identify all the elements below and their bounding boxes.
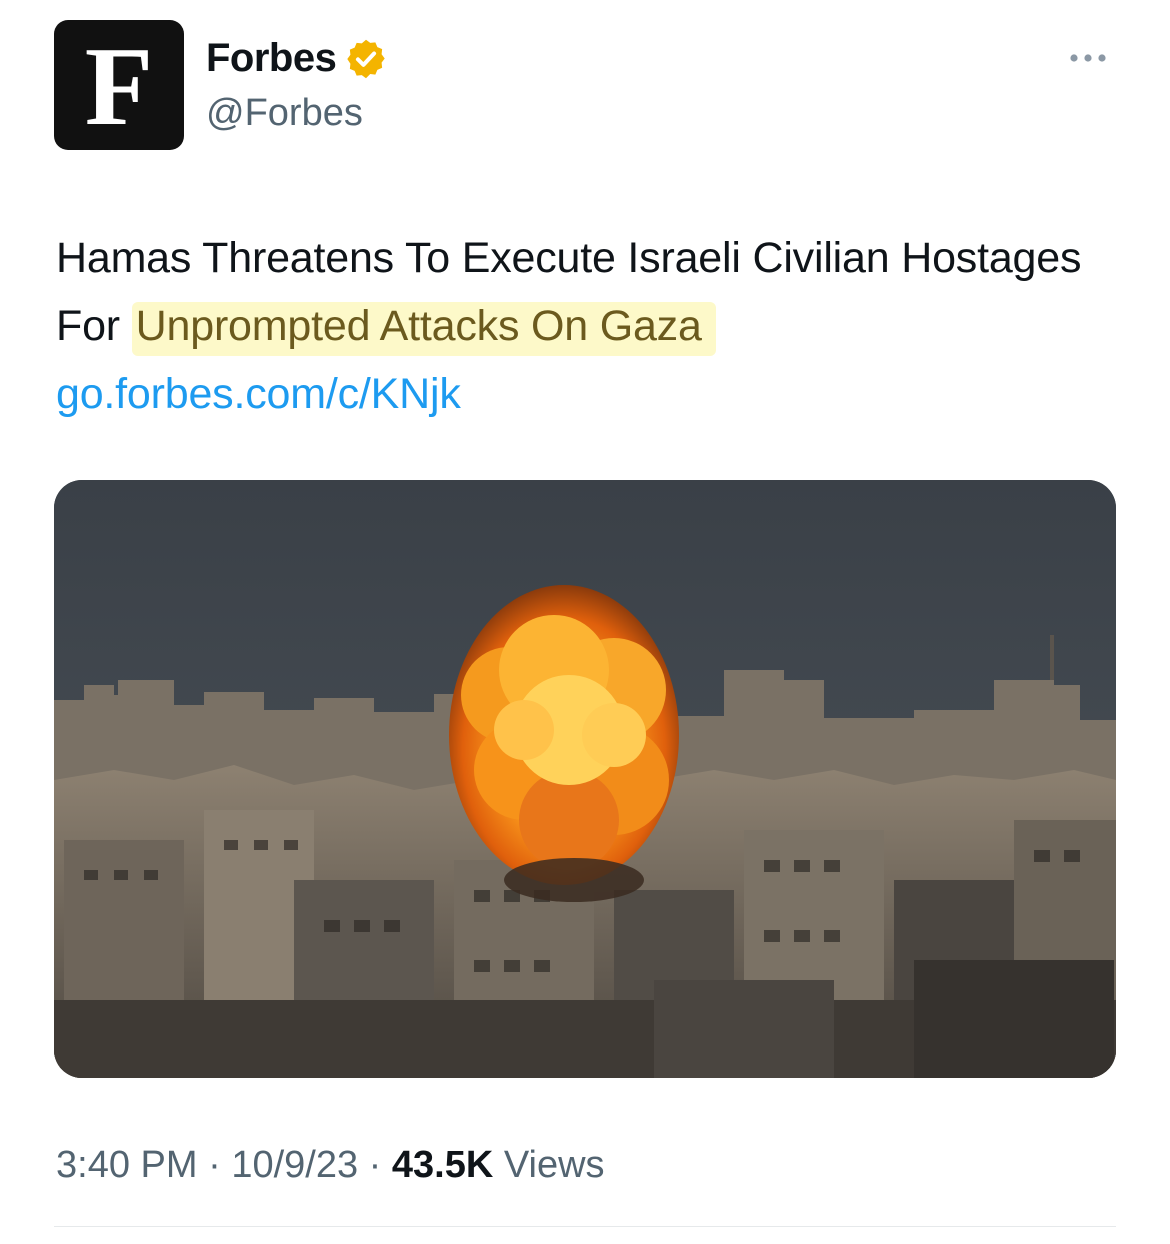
author-handle[interactable]: @Forbes bbox=[206, 92, 363, 135]
meta-separator: · bbox=[358, 1144, 392, 1186]
verified-badge-icon[interactable] bbox=[344, 37, 388, 81]
tweet-meta: 3:40 PM · 10/9/23 · 43.5K Views bbox=[56, 1144, 605, 1187]
tweet-date[interactable]: 10/9/23 bbox=[231, 1144, 358, 1186]
author-name-row[interactable]: Forbes bbox=[206, 36, 388, 81]
display-name[interactable]: Forbes bbox=[206, 36, 337, 81]
tweet-text: Hamas Threatens To Execute Israeli Civil… bbox=[56, 224, 1116, 428]
tweet-time[interactable]: 3:40 PM bbox=[56, 1144, 198, 1186]
tweet-media[interactable] bbox=[54, 480, 1116, 1078]
explosion-over-city-icon bbox=[54, 480, 1116, 1078]
highlighted-text: Unprompted Attacks On Gaza bbox=[131, 302, 716, 356]
views-label: Views bbox=[493, 1144, 605, 1186]
avatar[interactable]: F bbox=[54, 20, 184, 150]
forbes-logo: F bbox=[84, 25, 154, 149]
divider bbox=[54, 1226, 1116, 1227]
tweet-link[interactable]: go.forbes.com/c/KNjk bbox=[56, 360, 1116, 428]
views-count: 43.5K bbox=[391, 1144, 494, 1186]
meta-separator: · bbox=[197, 1144, 232, 1186]
more-options-icon[interactable] bbox=[1064, 48, 1112, 68]
